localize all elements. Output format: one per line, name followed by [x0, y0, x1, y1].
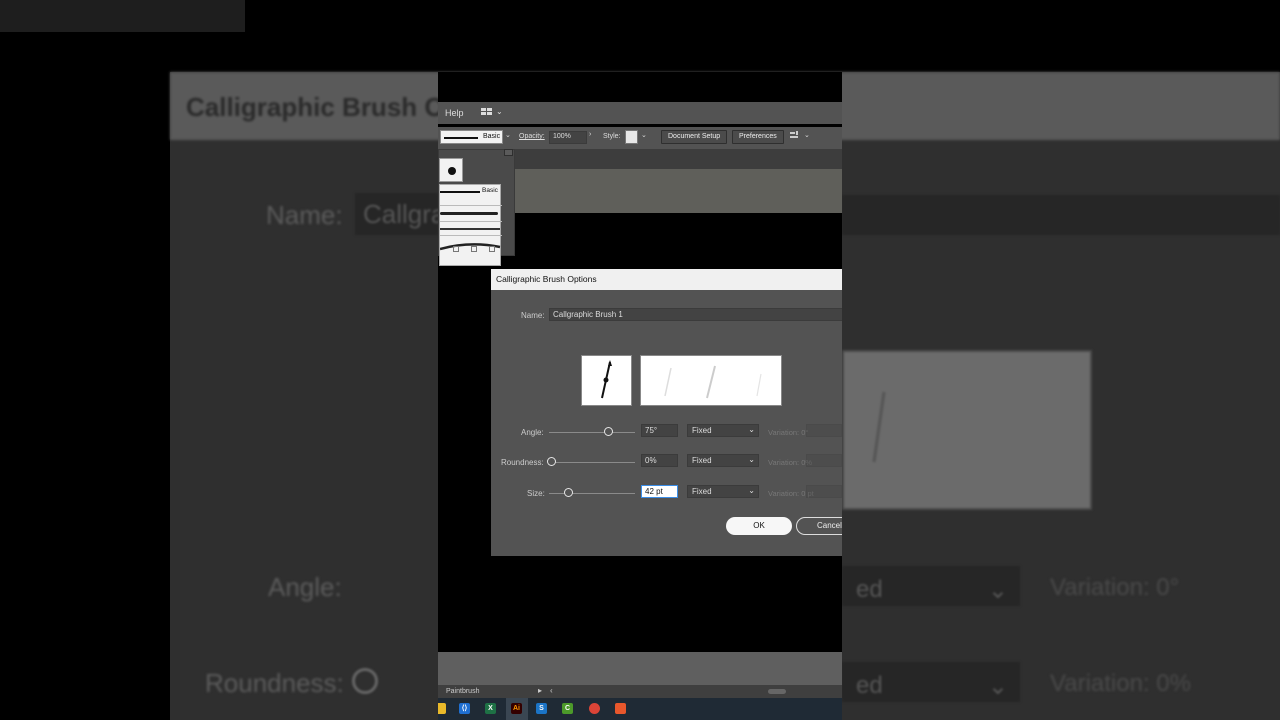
- style-label: Style:: [603, 133, 621, 140]
- app-icon[interactable]: [615, 703, 626, 714]
- angle-label: Angle:: [521, 428, 544, 437]
- preferences-button[interactable]: Preferences: [732, 130, 784, 144]
- status-bar: Paintbrush ▸ ‹: [438, 685, 842, 698]
- background-top-strip: [0, 0, 245, 32]
- roundness-mode-select[interactable]: Fixed ⌄: [687, 454, 759, 467]
- arrange-icon[interactable]: [789, 130, 801, 142]
- roundness-label: Roundness:: [501, 458, 544, 467]
- delete-icon[interactable]: [489, 246, 495, 252]
- chevron-right-icon[interactable]: ›: [589, 131, 591, 138]
- chevron-down-icon: ⌄: [748, 425, 755, 434]
- name-field[interactable]: Callgraphic Brush 1: [549, 308, 842, 321]
- library-icon[interactable]: [453, 246, 459, 252]
- menu-bar: Help ⌄: [438, 102, 842, 124]
- chrome-icon[interactable]: [589, 703, 600, 714]
- angle-mode-value: Fixed: [692, 426, 712, 435]
- stroke-profile-dropdown[interactable]: Basic: [440, 130, 503, 144]
- brush-stroke-2[interactable]: [440, 212, 498, 215]
- brush-panel: Basic: [438, 149, 515, 266]
- vscode-icon[interactable]: ⟨⟩: [459, 703, 470, 714]
- photoshop-icon[interactable]: S: [536, 703, 547, 714]
- camtasia-icon[interactable]: C: [562, 703, 573, 714]
- scrollbar-thumb[interactable]: [768, 689, 786, 694]
- chevron-down-icon[interactable]: ⌄: [496, 107, 503, 116]
- size-slider-track[interactable]: [549, 493, 635, 494]
- illustrator-icon[interactable]: Ai: [511, 703, 522, 714]
- chevron-down-icon[interactable]: ⌄: [505, 131, 511, 139]
- background-roundness-knob: [352, 668, 378, 694]
- current-tool-label: Paintbrush: [446, 688, 480, 695]
- size-mode-value: Fixed: [692, 487, 712, 496]
- workspace-switcher-icon[interactable]: [481, 107, 493, 117]
- size-variation-field: [806, 485, 842, 498]
- brush-preview: [640, 355, 782, 406]
- brush-stroke-3[interactable]: [440, 228, 500, 230]
- chevron-down-icon: ⌄: [987, 577, 1008, 604]
- background-roundness-label: Roundness:: [205, 668, 344, 698]
- background-select-1-text: ed: [856, 576, 883, 603]
- roundness-variation-field: [806, 454, 842, 467]
- ok-button[interactable]: OK: [726, 517, 792, 535]
- dialog-title-bar: Calligraphic Brush Options: [491, 269, 842, 290]
- angle-variation-field: [806, 424, 842, 437]
- illustrator-window: Help ⌄ Basic ⌄ Opacity: 100% › Style: ⌄ …: [438, 72, 842, 720]
- roundness-field[interactable]: 0%: [641, 454, 678, 467]
- chevron-left-icon[interactable]: ‹: [550, 686, 553, 695]
- opacity-field[interactable]: 100%: [549, 131, 587, 144]
- size-mode-select[interactable]: Fixed ⌄: [687, 485, 759, 498]
- size-slider-knob[interactable]: [564, 488, 573, 497]
- style-swatch[interactable]: [625, 130, 638, 144]
- document-setup-button[interactable]: Document Setup: [661, 130, 728, 144]
- size-label: Size:: [527, 489, 545, 498]
- new-brush-icon[interactable]: [471, 246, 477, 252]
- background-select-2: ed ⌄: [842, 662, 1020, 702]
- opacity-label[interactable]: Opacity:: [519, 133, 545, 140]
- roundness-mode-value: Fixed: [692, 456, 712, 465]
- brush-swatch[interactable]: [439, 158, 463, 182]
- roundness-slider-track[interactable]: [549, 462, 635, 463]
- panel-footer-icons: [441, 246, 514, 254]
- brush-basic-label: Basic: [482, 187, 498, 194]
- name-label: Name:: [521, 311, 545, 320]
- background-select-2-text: ed: [856, 672, 883, 699]
- angle-variation: Variation: 0°: [768, 428, 809, 437]
- chevron-down-icon: ⌄: [748, 455, 755, 464]
- angle-preview[interactable]: [581, 355, 632, 406]
- background-variation-2: Variation: 0%: [1050, 670, 1191, 697]
- stroke-profile-label: Basic: [483, 133, 501, 140]
- background-name-label: Name:: [266, 200, 343, 230]
- chevron-down-icon: ⌄: [987, 673, 1008, 700]
- size-field[interactable]: 42 pt: [641, 485, 678, 498]
- background-select-1: ed ⌄: [842, 566, 1020, 606]
- brush-basic-stroke: [440, 191, 480, 193]
- taskbar: ⟨⟩ X Ai S C: [438, 698, 842, 720]
- calligraphic-brush-options-dialog: Calligraphic Brush Options Name: Callgra…: [491, 269, 842, 556]
- background-angle-label: Angle:: [268, 572, 342, 602]
- angle-field[interactable]: 75°: [641, 424, 678, 437]
- divider: [440, 221, 502, 222]
- explorer-icon[interactable]: [438, 703, 446, 714]
- divider: [440, 235, 502, 236]
- play-icon[interactable]: ▸: [538, 686, 542, 695]
- menu-help[interactable]: Help: [445, 108, 464, 118]
- panel-close-icon[interactable]: [504, 149, 513, 156]
- stroke-profile-line: [444, 137, 478, 139]
- control-bar: Basic ⌄ Opacity: 100% › Style: ⌄ Documen…: [438, 127, 842, 149]
- cancel-button[interactable]: Cancel: [796, 517, 842, 535]
- chevron-down-icon[interactable]: ⌄: [804, 131, 810, 139]
- background-preview: [842, 350, 1092, 510]
- chevron-down-icon: ⌄: [748, 486, 755, 495]
- angle-mode-select[interactable]: Fixed ⌄: [687, 424, 759, 437]
- divider: [440, 205, 502, 206]
- background-name-field-right: [842, 195, 1280, 235]
- background-variation-1: Variation: 0°: [1050, 574, 1180, 601]
- angle-slider-track[interactable]: [549, 432, 635, 433]
- excel-icon[interactable]: X: [485, 703, 496, 714]
- background-name-field: Callgra: [355, 193, 445, 235]
- brush-dot-icon: [448, 167, 456, 175]
- angle-slider-knob[interactable]: [604, 427, 613, 436]
- chevron-down-icon[interactable]: ⌄: [641, 131, 647, 139]
- roundness-slider-knob[interactable]: [547, 457, 556, 466]
